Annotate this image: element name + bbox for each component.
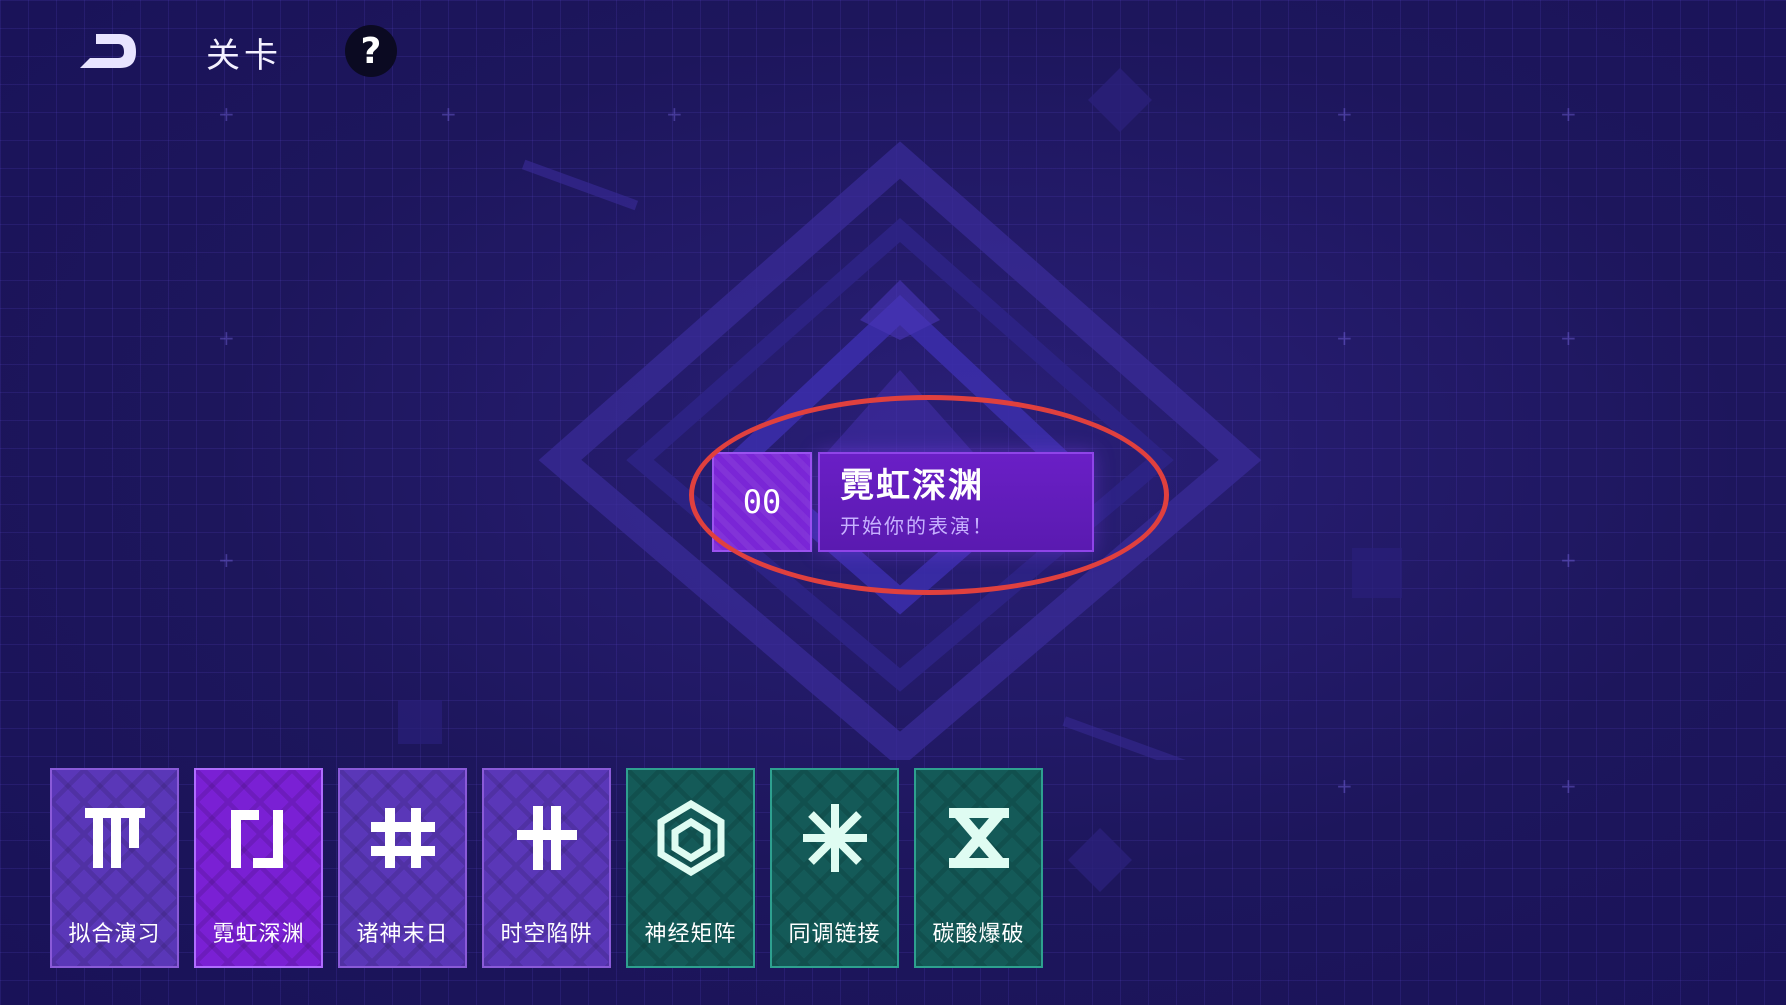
chapter-card[interactable]: 碳酸爆破 — [914, 768, 1043, 968]
grid-plus-marker: + — [1336, 102, 1353, 126]
page-title: 关卡 — [206, 36, 282, 76]
hash-icon — [370, 808, 435, 868]
snowflake-icon — [802, 804, 867, 872]
chapter-card[interactable]: 诸神末日 — [338, 768, 467, 968]
stage-number: 00 — [712, 452, 812, 552]
help-icon: ? — [360, 30, 382, 72]
stage-entry[interactable]: 00 霓虹深渊 开始你的表演！ — [712, 452, 1094, 552]
top-bar: 关卡 ? — [0, 0, 1786, 100]
chapter-card-label: 时空陷阱 — [500, 922, 593, 947]
chapter-card-label: 拟合演习 — [68, 922, 161, 947]
grid-plus-marker: + — [440, 102, 457, 126]
t-bars-icon — [84, 808, 145, 868]
chapter-card-label: 同调链接 — [788, 922, 881, 947]
chapter-card[interactable]: 时空陷阱 — [482, 768, 611, 968]
back-arrow-icon — [80, 34, 136, 68]
chapter-card[interactable]: 神经矩阵 — [626, 768, 755, 968]
grid-plus-marker: + — [1560, 326, 1577, 350]
grid-plus-marker: + — [218, 548, 235, 572]
grid-plus-marker: + — [1560, 102, 1577, 126]
x-bars-icon — [948, 808, 1009, 868]
bracket-icon — [230, 810, 283, 868]
stage-info-panel: 霓虹深渊 开始你的表演！ — [818, 452, 1094, 552]
stage-name: 霓虹深渊 — [840, 466, 984, 506]
stage-subtitle: 开始你的表演！ — [840, 514, 994, 538]
grid-plus-marker: + — [666, 102, 683, 126]
grid-plus-marker: + — [1336, 326, 1353, 350]
chapter-card-label: 霓虹深渊 — [212, 922, 305, 947]
help-button[interactable]: ? — [345, 25, 397, 77]
back-button[interactable] — [74, 22, 146, 80]
chapter-card[interactable]: 同调链接 — [770, 768, 899, 968]
grid-plus-marker: + — [218, 326, 235, 350]
grid-plus-marker: + — [1560, 548, 1577, 572]
grid-plus-marker: + — [1336, 774, 1353, 798]
chapter-card-label: 神经矩阵 — [644, 922, 737, 947]
knot-icon — [657, 799, 724, 877]
chapter-card-label: 碳酸爆破 — [932, 922, 1025, 947]
grid-plus-marker: + — [1560, 774, 1577, 798]
central-ornament — [521, 141, 1262, 760]
chapter-card[interactable]: 拟合演习 — [50, 768, 179, 968]
decorative-diamond — [1068, 828, 1132, 892]
chapter-card-label: 诸神末日 — [356, 922, 449, 947]
grid-plus-marker: + — [218, 102, 235, 126]
decorative-square — [1352, 548, 1402, 598]
split-cross-icon — [516, 806, 577, 870]
chapter-card-selected[interactable]: 霓虹深渊 — [194, 768, 323, 968]
chapter-card-list: 拟合演习 霓虹深渊 诸神末日 时空陷阱 神经矩阵 同调链接 碳酸爆破 — [50, 768, 1043, 968]
decorative-square — [398, 700, 442, 744]
